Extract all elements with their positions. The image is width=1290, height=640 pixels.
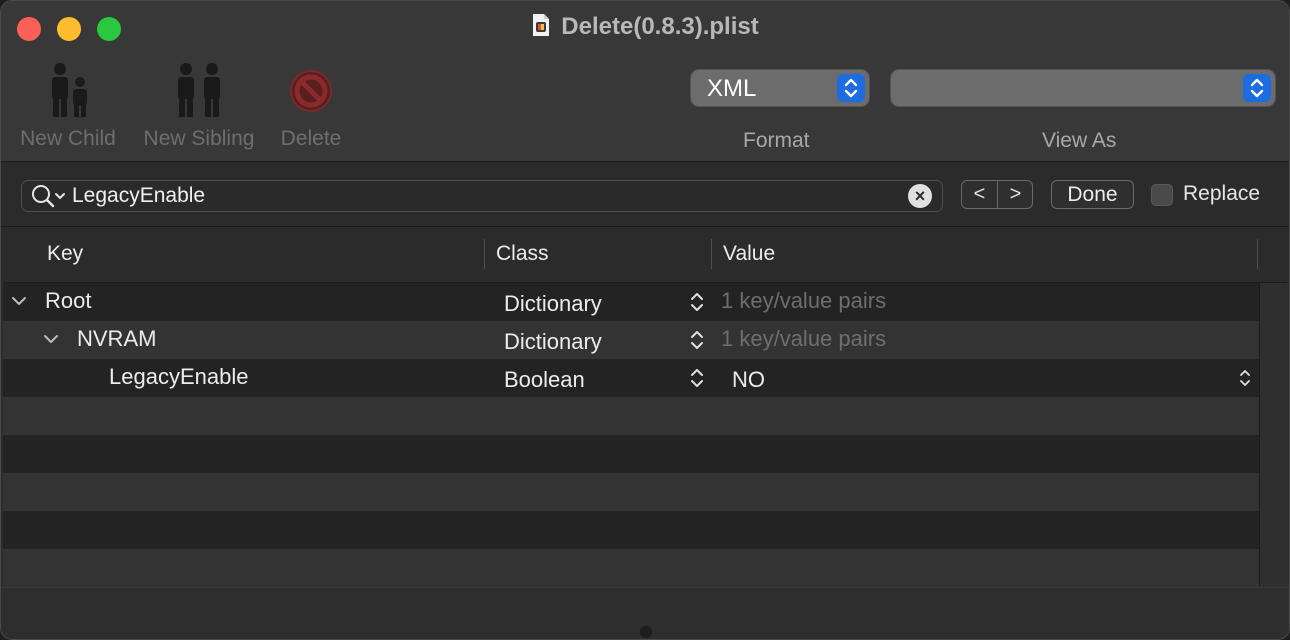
row-class: Dictionary: [504, 291, 602, 316]
window-title-text: Delete(0.8.3).plist: [561, 13, 759, 40]
find-next-button[interactable]: >: [998, 181, 1033, 208]
column-header-value[interactable]: Value: [723, 242, 775, 266]
search-field[interactable]: LegacyEnable ×: [21, 180, 943, 212]
new-child-button[interactable]: New Child: [13, 61, 123, 151]
row-value: 1 key/value pairs: [721, 288, 887, 313]
format-popup[interactable]: XML: [691, 70, 869, 106]
plist-editor-window: Delete(0.8.3).plist New Child New Siblin…: [0, 0, 1290, 640]
empty-row: [3, 511, 1259, 549]
format-label: Format: [743, 129, 810, 152]
toolbar: Delete(0.8.3).plist New Child New Siblin…: [1, 1, 1289, 162]
value-stepper-icon[interactable]: [1237, 368, 1257, 390]
empty-row: [3, 435, 1259, 473]
empty-row: [3, 549, 1259, 587]
chevron-updown-icon: [1243, 74, 1271, 102]
table-row[interactable]: NVRAM Dictionary 1 key/value pairs: [3, 321, 1259, 359]
plist-document-icon: [531, 13, 551, 37]
class-stepper-icon[interactable]: [687, 367, 707, 389]
search-input[interactable]: LegacyEnable: [72, 184, 205, 208]
chevron-down-icon[interactable]: [9, 291, 29, 311]
row-key: LegacyEnable: [109, 364, 249, 389]
window-title: Delete(0.8.3).plist: [1, 13, 1289, 41]
find-navigation: < >: [961, 180, 1033, 209]
column-divider[interactable]: [484, 239, 485, 269]
column-header-class[interactable]: Class: [496, 242, 549, 266]
new-child-icon: [13, 61, 123, 121]
row-key: Root: [45, 288, 92, 313]
done-button[interactable]: Done: [1051, 180, 1134, 209]
replace-label: Replace: [1183, 182, 1261, 205]
class-stepper-icon[interactable]: [687, 329, 707, 351]
column-header-key[interactable]: Key: [47, 242, 83, 266]
bottom-bar: [1, 587, 1289, 639]
find-previous-button[interactable]: <: [962, 181, 997, 208]
new-child-label: New Child: [20, 127, 116, 150]
column-divider[interactable]: [711, 239, 712, 269]
format-popup-value: XML: [707, 75, 757, 102]
empty-row: [3, 397, 1259, 435]
row-class: Dictionary: [504, 329, 602, 354]
clear-search-icon[interactable]: ×: [908, 184, 932, 208]
table-header: Key Class Value: [3, 227, 1287, 283]
delete-label: Delete: [280, 127, 342, 150]
row-key: NVRAM: [77, 326, 157, 351]
new-sibling-icon: [135, 61, 263, 121]
delete-button[interactable]: Delete: [271, 61, 351, 151]
new-sibling-button[interactable]: New Sibling: [135, 61, 263, 151]
class-stepper-icon[interactable]: [687, 291, 707, 313]
replace-checkbox[interactable]: [1151, 184, 1173, 206]
search-icon[interactable]: [30, 183, 68, 214]
boolean-value-popup[interactable]: NO: [732, 367, 765, 393]
delete-icon: [271, 61, 351, 121]
new-sibling-label: New Sibling: [143, 127, 255, 150]
chevron-down-icon[interactable]: [41, 329, 61, 349]
split-resize-handle[interactable]: [640, 626, 652, 638]
chevron-updown-icon: [837, 74, 865, 102]
table-row[interactable]: Root Dictionary 1 key/value pairs: [3, 283, 1259, 321]
table-row[interactable]: LegacyEnable Boolean NO: [3, 359, 1259, 397]
vertical-scroll-gutter: [1259, 283, 1288, 591]
row-value: 1 key/value pairs: [721, 326, 887, 351]
view-as-label: View As: [1042, 129, 1117, 152]
column-divider[interactable]: [1257, 239, 1258, 269]
empty-row: [3, 473, 1259, 511]
view-as-popup[interactable]: [891, 70, 1275, 106]
row-class: Boolean: [504, 367, 585, 392]
